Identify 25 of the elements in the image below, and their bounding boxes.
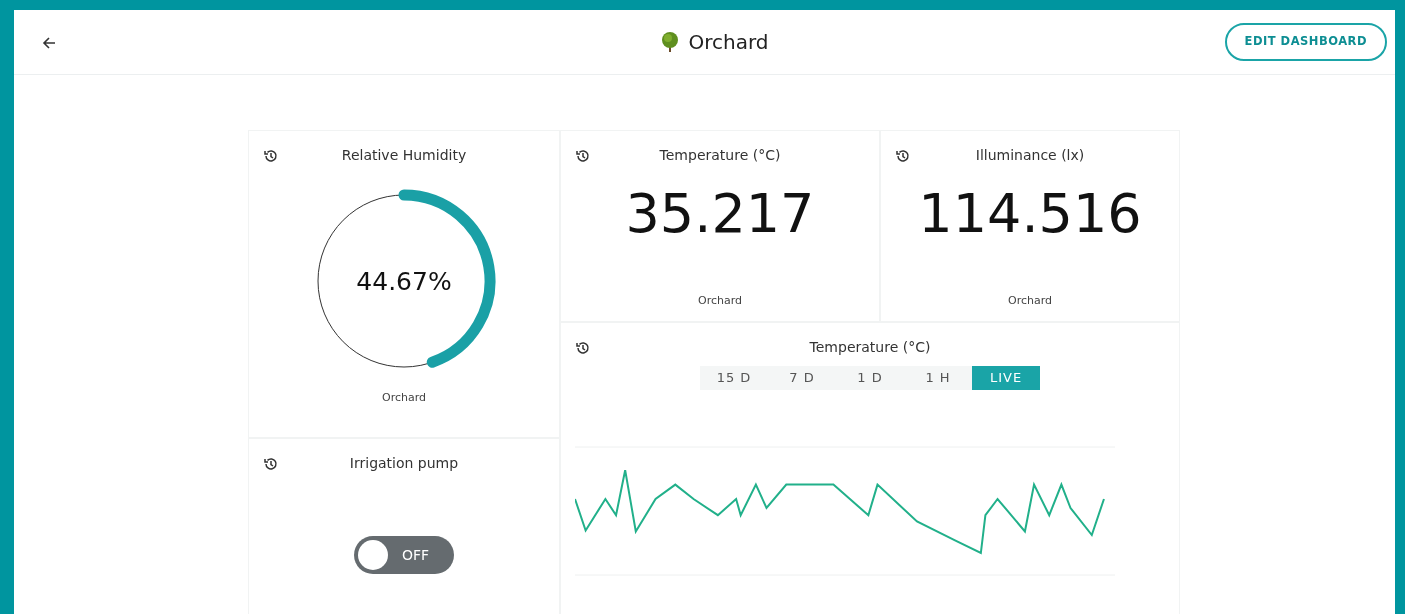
back-arrow-icon xyxy=(42,35,56,50)
time-range-tab[interactable]: 1 D xyxy=(836,366,904,390)
value-reading: 35.217 xyxy=(625,184,815,244)
toggle-switch[interactable]: OFF xyxy=(354,536,454,574)
value-reading: 114.516 xyxy=(918,184,1142,244)
edit-dashboard-button[interactable]: EDIT DASHBOARD xyxy=(1224,23,1387,61)
widget-title: Illuminance (lx) xyxy=(975,146,1085,165)
widget-title: Temperature (°C) xyxy=(659,146,781,165)
time-range-tab[interactable]: 15 D xyxy=(700,366,768,390)
widget-title: Irrigation pump xyxy=(349,454,459,473)
widget-title: Temperature (°C) xyxy=(809,338,931,357)
history-icon[interactable] xyxy=(895,147,911,164)
tree-icon xyxy=(660,31,681,53)
time-range-tab[interactable]: 1 H xyxy=(904,366,972,390)
device-name: Orchard xyxy=(382,390,426,406)
history-icon[interactable] xyxy=(575,147,591,164)
widget-title: Relative Humidity xyxy=(341,146,467,165)
gauge-reading: 44.67% xyxy=(356,267,452,296)
dashboard-title: Orchard xyxy=(688,29,769,56)
device-name: Orchard xyxy=(1008,292,1052,309)
history-icon[interactable] xyxy=(263,455,279,472)
history-icon[interactable] xyxy=(263,147,279,164)
time-range-tab[interactable]: 7 D xyxy=(768,366,836,390)
history-icon[interactable] xyxy=(575,339,591,356)
device-name: Orchard xyxy=(698,292,742,309)
